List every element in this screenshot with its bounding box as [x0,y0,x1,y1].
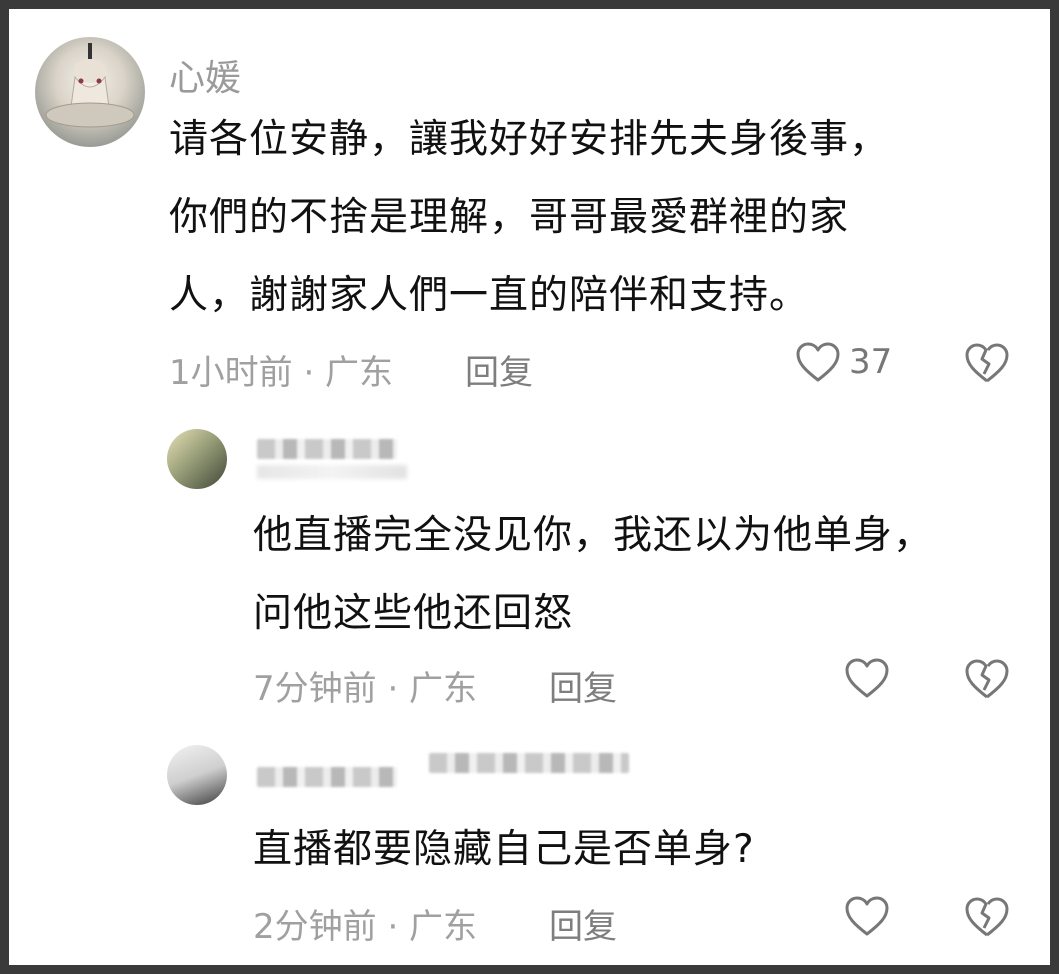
comment-line: 他直播完全没见你，我还以为他单身， [253,513,934,558]
comment-time-location: 1小时前 · 广东 [169,353,394,393]
reply-time-location: 7分钟前 · 广东 [253,669,478,709]
blurred-reply-target[interactable] [429,753,629,773]
heart-outline-icon [845,896,889,936]
dress-form-avatar-icon [45,43,135,128]
reply-text: 直播都要隐藏自己是否单身? [253,811,1033,889]
comment-line: 问他这些他还回怒 [253,591,574,636]
dislike-button[interactable] [964,658,1010,700]
avatar[interactable] [35,37,145,147]
broken-heart-icon [965,897,1009,937]
like-button[interactable] [844,895,890,937]
reply-text: 他直播完全没见你，我还以为他单身， 问他这些他还回怒 [253,497,1033,653]
reply-button[interactable]: 回复 [465,345,533,394]
dislike-button[interactable] [964,342,1010,384]
dislike-button[interactable] [964,896,1010,938]
reply-button[interactable]: 回复 [549,899,617,948]
comment-line: 人，謝謝家人們一直的陪伴和支持。 [169,273,810,318]
heart-outline-icon [796,342,840,382]
blurred-username-shadow [257,465,407,479]
broken-heart-icon [965,659,1009,699]
heart-outline-icon [845,658,889,698]
comment-line: 直播都要隐藏自己是否单身? [253,827,755,872]
avatar[interactable] [167,745,227,805]
username[interactable]: 心媛 [169,49,241,101]
comment-text: 请各位安静，讓我好好安排先夫身後事， 你們的不捨是理解，哥哥最愛群裡的家 人，謝… [169,101,1029,335]
like-button[interactable] [844,657,890,699]
blurred-username[interactable] [257,767,397,787]
like-button[interactable]: 37 [795,341,892,383]
like-count: 37 [849,342,893,382]
comment-line: 请各位安静，讓我好好安排先夫身後事， [169,117,890,162]
reply-time-location: 2分钟前 · 广东 [253,907,478,947]
blurred-username[interactable] [257,439,397,459]
comment-line: 你們的不捨是理解，哥哥最愛群裡的家 [169,195,850,240]
broken-heart-icon [965,343,1009,383]
reply-button[interactable]: 回复 [549,661,617,710]
avatar[interactable] [167,429,227,489]
screenshot-frame: 心媛 请各位安静，讓我好好安排先夫身後事， 你們的不捨是理解，哥哥最愛群裡的家 … [0,0,1059,974]
